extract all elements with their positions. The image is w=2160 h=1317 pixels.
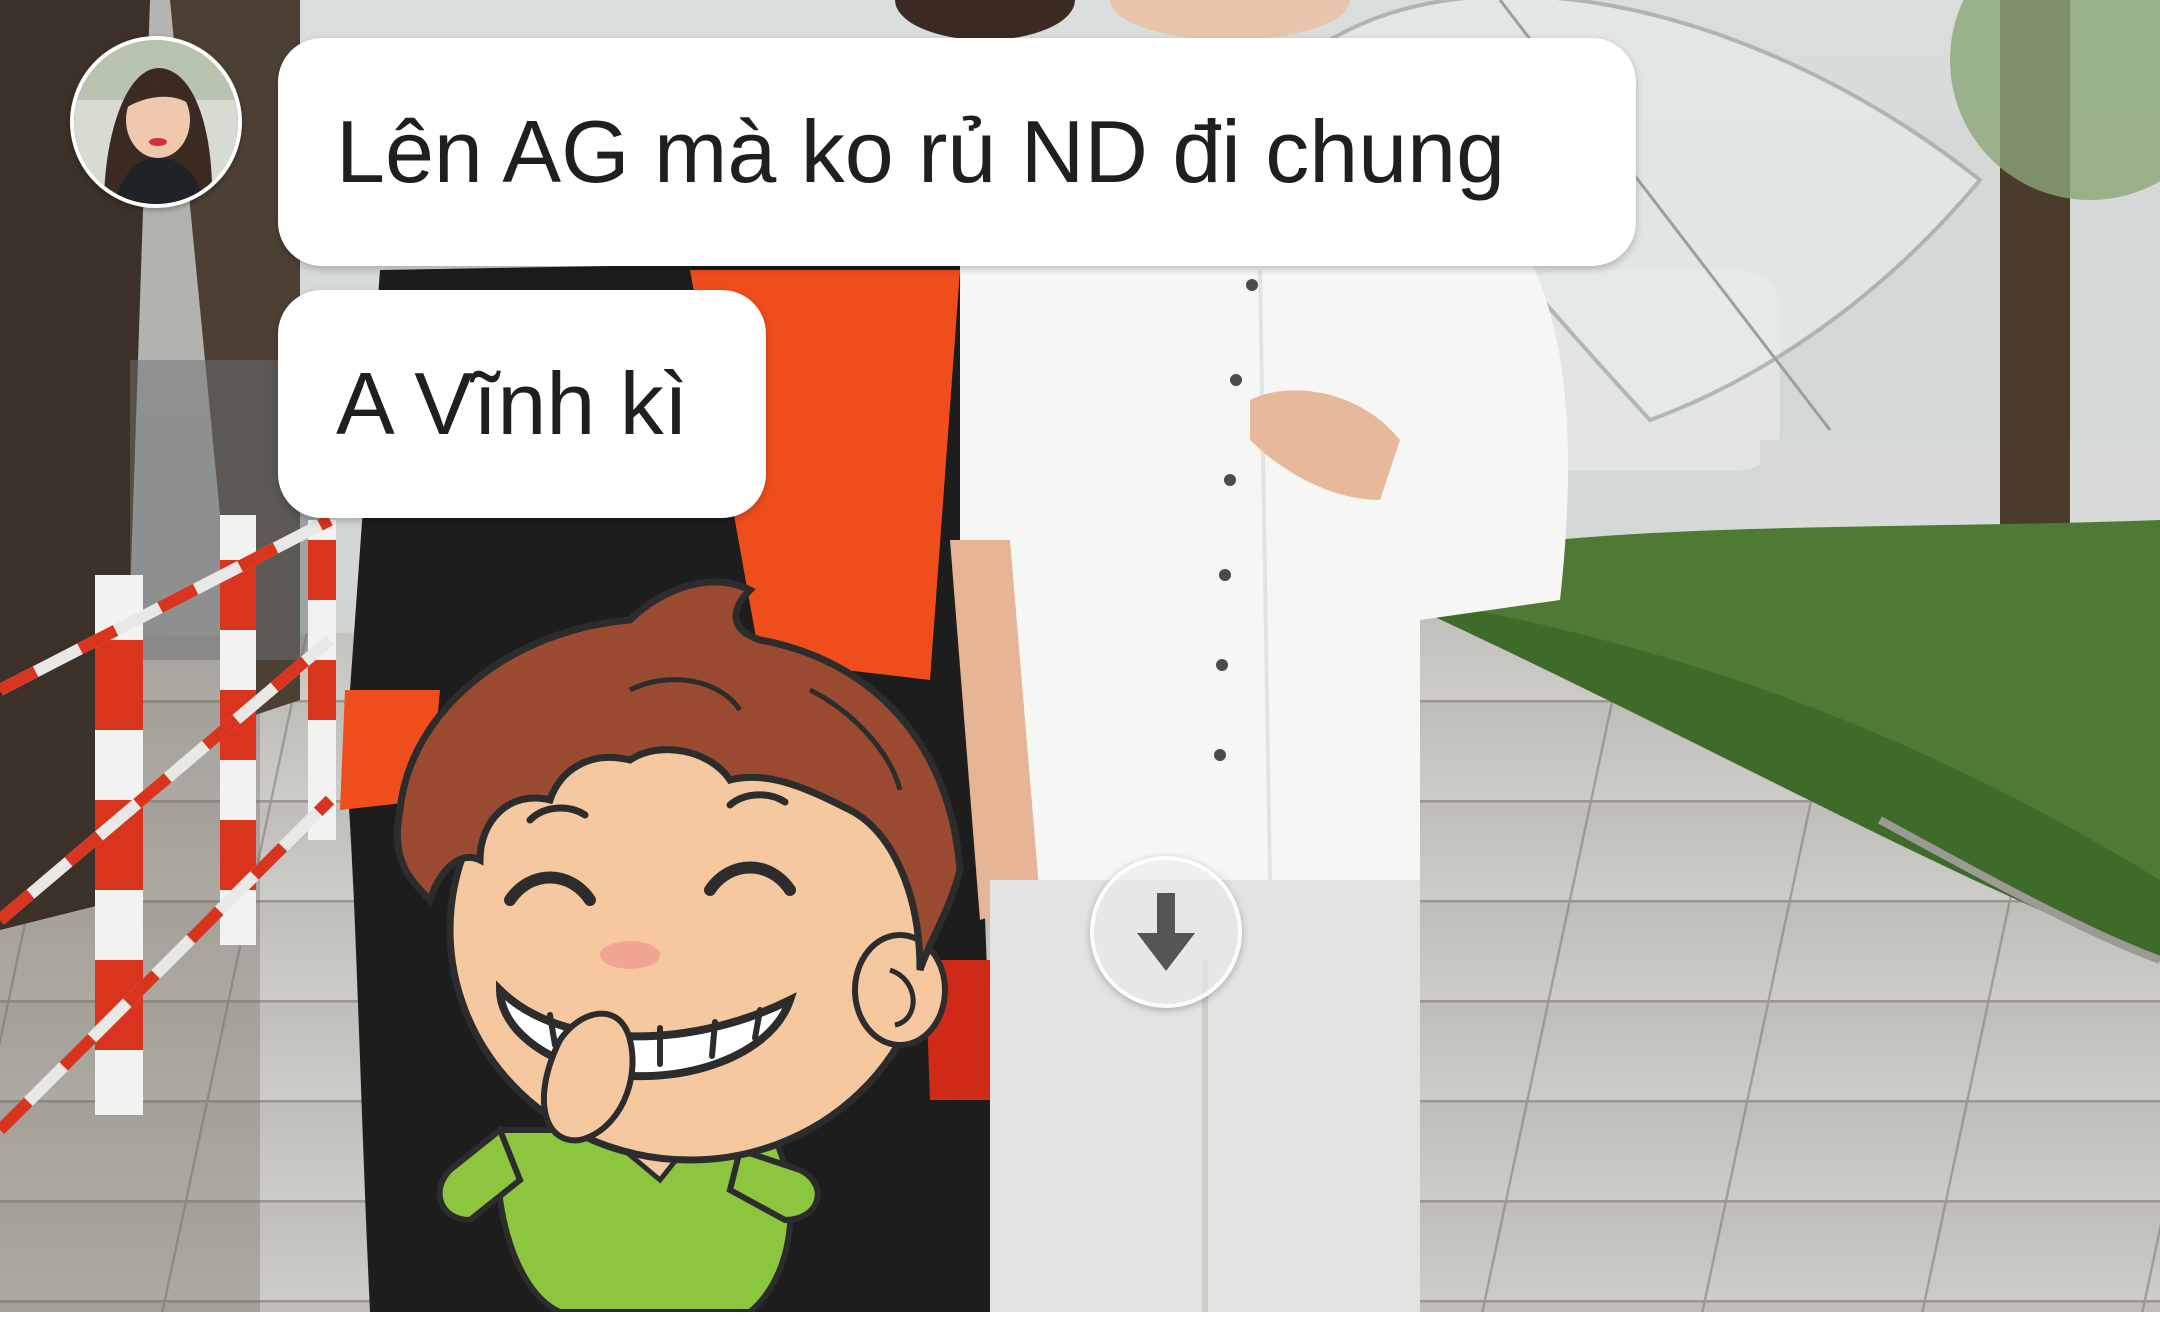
sender-avatar[interactable] bbox=[70, 36, 242, 208]
arrow-down-icon bbox=[1137, 893, 1195, 971]
message-bubble[interactable]: A Vĩnh kì bbox=[278, 290, 766, 518]
message-text: Lên AG mà ko rủ ND đi chung bbox=[336, 102, 1506, 201]
scroll-to-bottom-button[interactable] bbox=[1090, 856, 1242, 1008]
user-avatar-icon bbox=[74, 40, 238, 204]
grinning-boy-sticker[interactable] bbox=[330, 570, 1030, 1315]
sticker-icon bbox=[393, 578, 964, 1315]
message-text: A Vĩnh kì bbox=[336, 354, 689, 453]
message-bubble[interactable]: Lên AG mà ko rủ ND đi chung bbox=[278, 38, 1636, 266]
